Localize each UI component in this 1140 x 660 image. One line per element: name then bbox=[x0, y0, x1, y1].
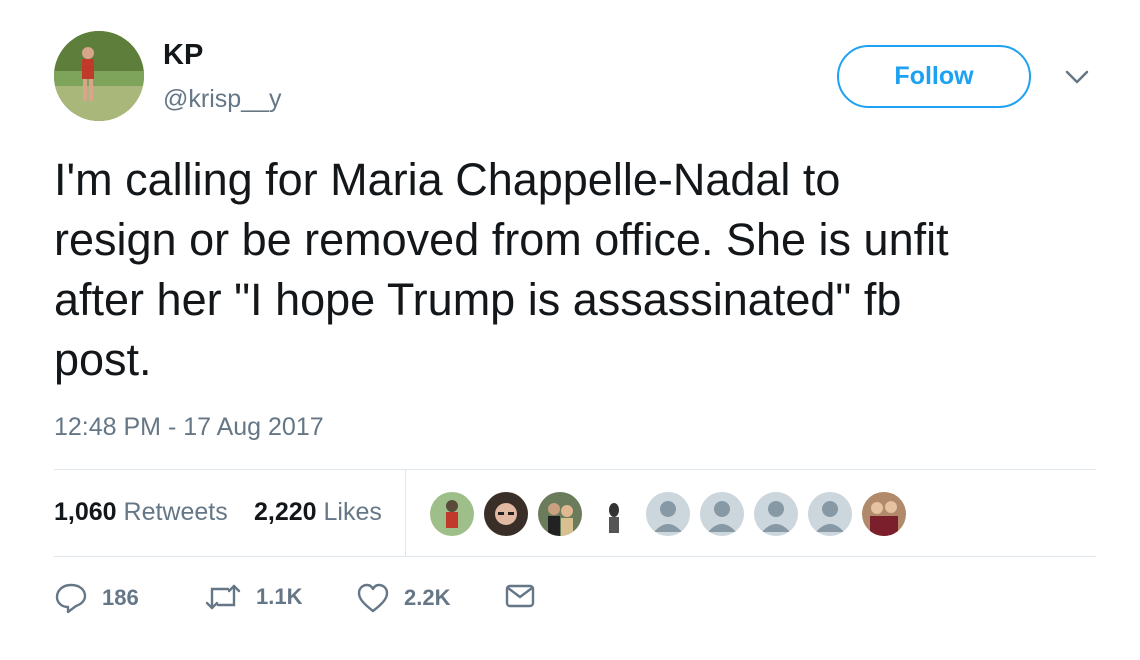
retweet-button[interactable]: 1.1K bbox=[204, 582, 302, 612]
reply-count: 186 bbox=[102, 585, 139, 610]
liker-avatar[interactable] bbox=[862, 492, 906, 536]
default-avatar-icon[interactable] bbox=[808, 492, 852, 536]
liker-avatar[interactable] bbox=[538, 492, 582, 536]
tweet-timestamp[interactable]: 12:48 PM - 17 Aug 2017 bbox=[54, 412, 324, 442]
liker-avatar[interactable] bbox=[592, 492, 636, 536]
liker-avatar[interactable] bbox=[484, 492, 528, 536]
profile-avatar[interactable] bbox=[54, 31, 144, 121]
divider-top bbox=[54, 469, 1096, 470]
envelope-icon bbox=[504, 582, 536, 610]
likes-stat[interactable]: 2,220 Likes bbox=[254, 497, 382, 527]
display-name[interactable]: KP bbox=[163, 38, 203, 72]
like-button[interactable]: 2.2K bbox=[356, 582, 450, 614]
stats-divider bbox=[405, 470, 406, 556]
retweet-count: 1.1K bbox=[256, 584, 303, 609]
liker-avatar[interactable] bbox=[430, 492, 474, 536]
retweet-icon bbox=[204, 582, 242, 612]
like-count: 2.2K bbox=[404, 585, 451, 610]
direct-message-button[interactable] bbox=[504, 582, 536, 610]
reply-button[interactable]: 186 bbox=[54, 582, 139, 614]
default-avatar-icon[interactable] bbox=[754, 492, 798, 536]
retweets-count: 1,060 bbox=[54, 498, 117, 526]
retweets-label: Retweets bbox=[123, 498, 228, 526]
default-avatar-icon[interactable] bbox=[646, 492, 690, 536]
likes-label: Likes bbox=[323, 498, 382, 526]
likes-count: 2,220 bbox=[254, 498, 317, 526]
user-handle[interactable]: @krisp__y bbox=[163, 84, 281, 114]
retweets-stat[interactable]: 1,060 Retweets bbox=[54, 497, 228, 527]
reply-icon bbox=[54, 582, 88, 614]
divider-bottom bbox=[54, 556, 1096, 557]
tweet-text: I'm calling for Maria Chappelle-Nadal to… bbox=[54, 154, 949, 385]
follow-button[interactable]: Follow bbox=[837, 45, 1031, 108]
heart-icon bbox=[356, 582, 390, 614]
default-avatar-icon[interactable] bbox=[700, 492, 744, 536]
chevron-down-icon[interactable] bbox=[1062, 62, 1092, 92]
